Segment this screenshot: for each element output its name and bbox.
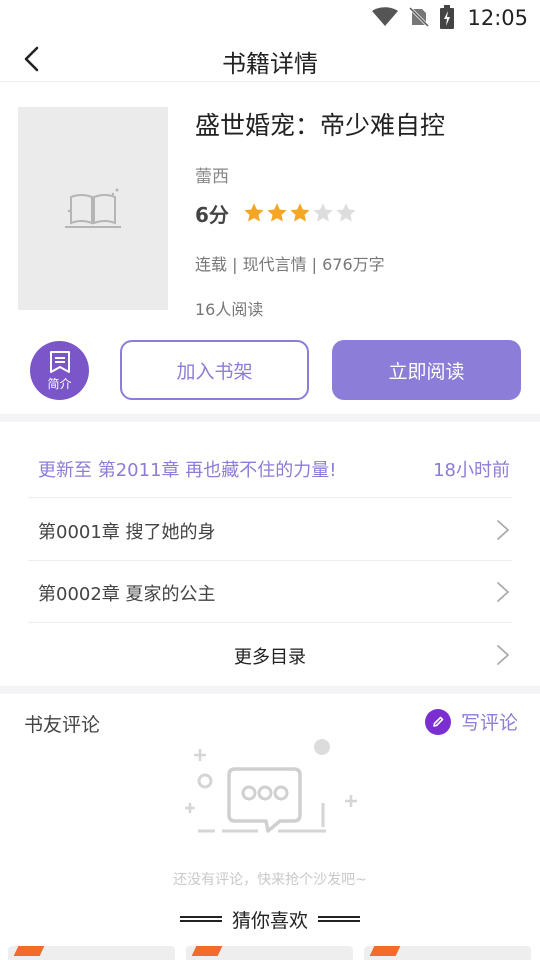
recommend-header: 猜你喜欢 (0, 905, 540, 933)
intro-label: 简介 (47, 376, 72, 391)
empty-comments-illustration (185, 739, 357, 833)
more-catalog-row[interactable]: 更多目录 (28, 624, 512, 686)
star-empty-icon (336, 203, 356, 222)
rank-tag (13, 946, 45, 956)
chevron-right-icon (497, 520, 509, 540)
book-placeholder-icon (65, 188, 121, 228)
rank-tag (369, 946, 401, 956)
star-empty-icon (313, 203, 333, 222)
chapter-label: 第0002章 夏家的公主 (38, 584, 216, 605)
star-rating (243, 202, 357, 224)
chapter-label: 第0001章 搜了她的身 (38, 522, 216, 543)
bookmark-list-icon (49, 350, 70, 373)
book-title: 盛世婚宠：帝少难自控 (195, 111, 446, 140)
wifi-icon (372, 7, 398, 26)
chapter-row[interactable]: 第0002章 夏家的公主 (28, 561, 512, 623)
status-time: 12:05 (467, 6, 528, 30)
battery-charging-icon (440, 5, 454, 29)
decorative-line (318, 916, 360, 922)
book-score: 6分 (195, 202, 229, 227)
book-author: 蕾西 (195, 167, 229, 187)
recommend-card[interactable] (8, 946, 175, 960)
latest-update-row[interactable]: 更新至 第2011章 再也藏不住的力量! 18小时前 (28, 438, 512, 498)
add-to-shelf-button[interactable]: 加入书架 (120, 340, 309, 400)
write-review-button[interactable]: 写评论 (424, 708, 518, 735)
chevron-right-icon (497, 645, 509, 665)
nav-bar: 书籍详情 (0, 36, 540, 82)
more-catalog-label: 更多目录 (234, 647, 306, 668)
no-signal-icon (408, 7, 430, 27)
section-divider (0, 414, 540, 422)
intro-button[interactable]: 简介 (30, 341, 89, 400)
chevron-right-icon (497, 582, 509, 602)
recommend-card[interactable] (364, 946, 531, 960)
latest-update-time: 18小时前 (433, 460, 510, 481)
latest-update-text: 更新至 第2011章 再也藏不住的力量! (38, 460, 337, 481)
chapter-row[interactable]: 第0001章 搜了她的身 (28, 499, 512, 561)
book-meta: 连载 | 现代言情 | 676万字 (195, 255, 385, 274)
status-bar: 12:05 (0, 0, 540, 36)
star-filled-icon (267, 203, 287, 222)
rating-row: 6分 (195, 199, 357, 227)
recommend-title: 猜你喜欢 (231, 909, 308, 932)
section-divider (0, 686, 540, 694)
status-icons (372, 5, 454, 29)
reader-count: 16人阅读 (195, 300, 264, 319)
empty-comments-text: 还没有评论，快来抢个沙发吧~ (173, 872, 367, 888)
rank-tag (191, 946, 223, 956)
reviews-title: 书友评论 (24, 714, 101, 736)
star-filled-icon (290, 203, 310, 222)
read-now-button[interactable]: 立即阅读 (332, 340, 521, 400)
pencil-icon (424, 708, 451, 735)
decorative-line (179, 916, 222, 922)
book-cover (18, 107, 168, 310)
write-review-label: 写评论 (460, 712, 518, 734)
star-filled-icon (244, 203, 264, 222)
page-title: 书籍详情 (222, 50, 318, 78)
recommend-card[interactable] (186, 946, 353, 960)
